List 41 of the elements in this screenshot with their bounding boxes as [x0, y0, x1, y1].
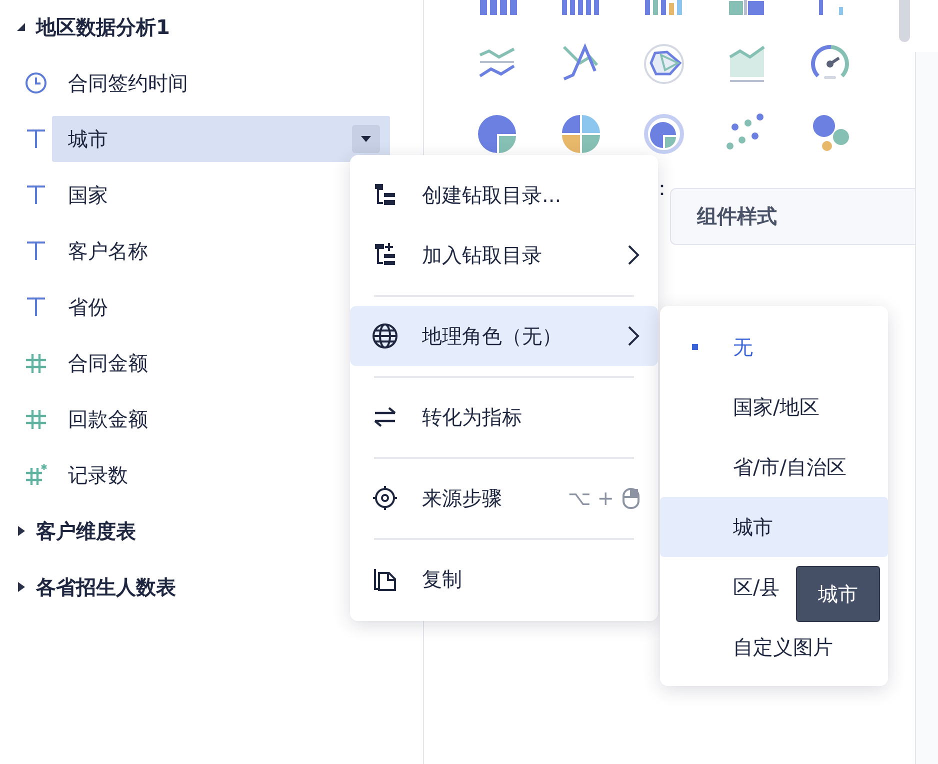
- target-icon: [372, 485, 398, 511]
- menu-item[interactable]: 城市: [660, 497, 888, 557]
- text-type-icon: [24, 295, 48, 319]
- menu-item[interactable]: 无: [733, 334, 753, 360]
- menu-item[interactable]: 国家/地区: [733, 394, 820, 420]
- table-name[interactable]: 客户维度表: [36, 518, 136, 544]
- globe-icon: [372, 323, 398, 349]
- field-item[interactable]: 合同签约时间: [52, 60, 390, 106]
- menu-item[interactable]: 区/县: [733, 574, 780, 600]
- pie-chart-icon[interactable]: [560, 113, 602, 155]
- mouse-icon: [622, 486, 640, 510]
- text-type-icon: [24, 239, 48, 263]
- menu-item[interactable]: 加入钻取目录: [350, 225, 658, 285]
- pie-chart-icon[interactable]: [476, 113, 518, 155]
- tooltip: 城市: [796, 566, 880, 622]
- copy-icon: [372, 566, 398, 592]
- radar-chart-icon[interactable]: [642, 43, 684, 85]
- table-name[interactable]: 各省招生人数表: [36, 574, 176, 600]
- drill-tree-add-icon: [372, 242, 398, 268]
- text-type-icon: [24, 183, 48, 207]
- hash-asterisk-icon: [24, 463, 48, 487]
- swap-arrows-icon: [372, 404, 398, 430]
- menu-item[interactable]: 地理角色（无）: [350, 306, 658, 366]
- field-item[interactable]: 城市: [52, 116, 390, 162]
- scrollbar-thumb[interactable]: [899, 0, 910, 42]
- hash-icon: [24, 351, 48, 375]
- menu-item[interactable]: 自定义图片: [733, 634, 833, 660]
- donut-chart-icon[interactable]: [642, 113, 684, 155]
- text-type-icon: [24, 127, 48, 151]
- menu-item[interactable]: 复制: [350, 549, 658, 609]
- hash-icon: [24, 407, 48, 431]
- menu-item[interactable]: 来源步骤 ⌥ +: [350, 468, 658, 528]
- table-name[interactable]: 地区数据分析1: [36, 14, 170, 40]
- caret-icon: [360, 135, 372, 143]
- shortcut-text: ⌥ +: [568, 486, 614, 510]
- drill-tree-icon: [372, 182, 398, 208]
- menu-item[interactable]: 省/市/自治区: [733, 454, 846, 480]
- clock-icon: [24, 71, 48, 95]
- menu-item[interactable]: 转化为指标: [350, 387, 658, 447]
- dropdown-button[interactable]: [352, 125, 380, 153]
- style-tab[interactable]: 组件样式: [670, 188, 915, 245]
